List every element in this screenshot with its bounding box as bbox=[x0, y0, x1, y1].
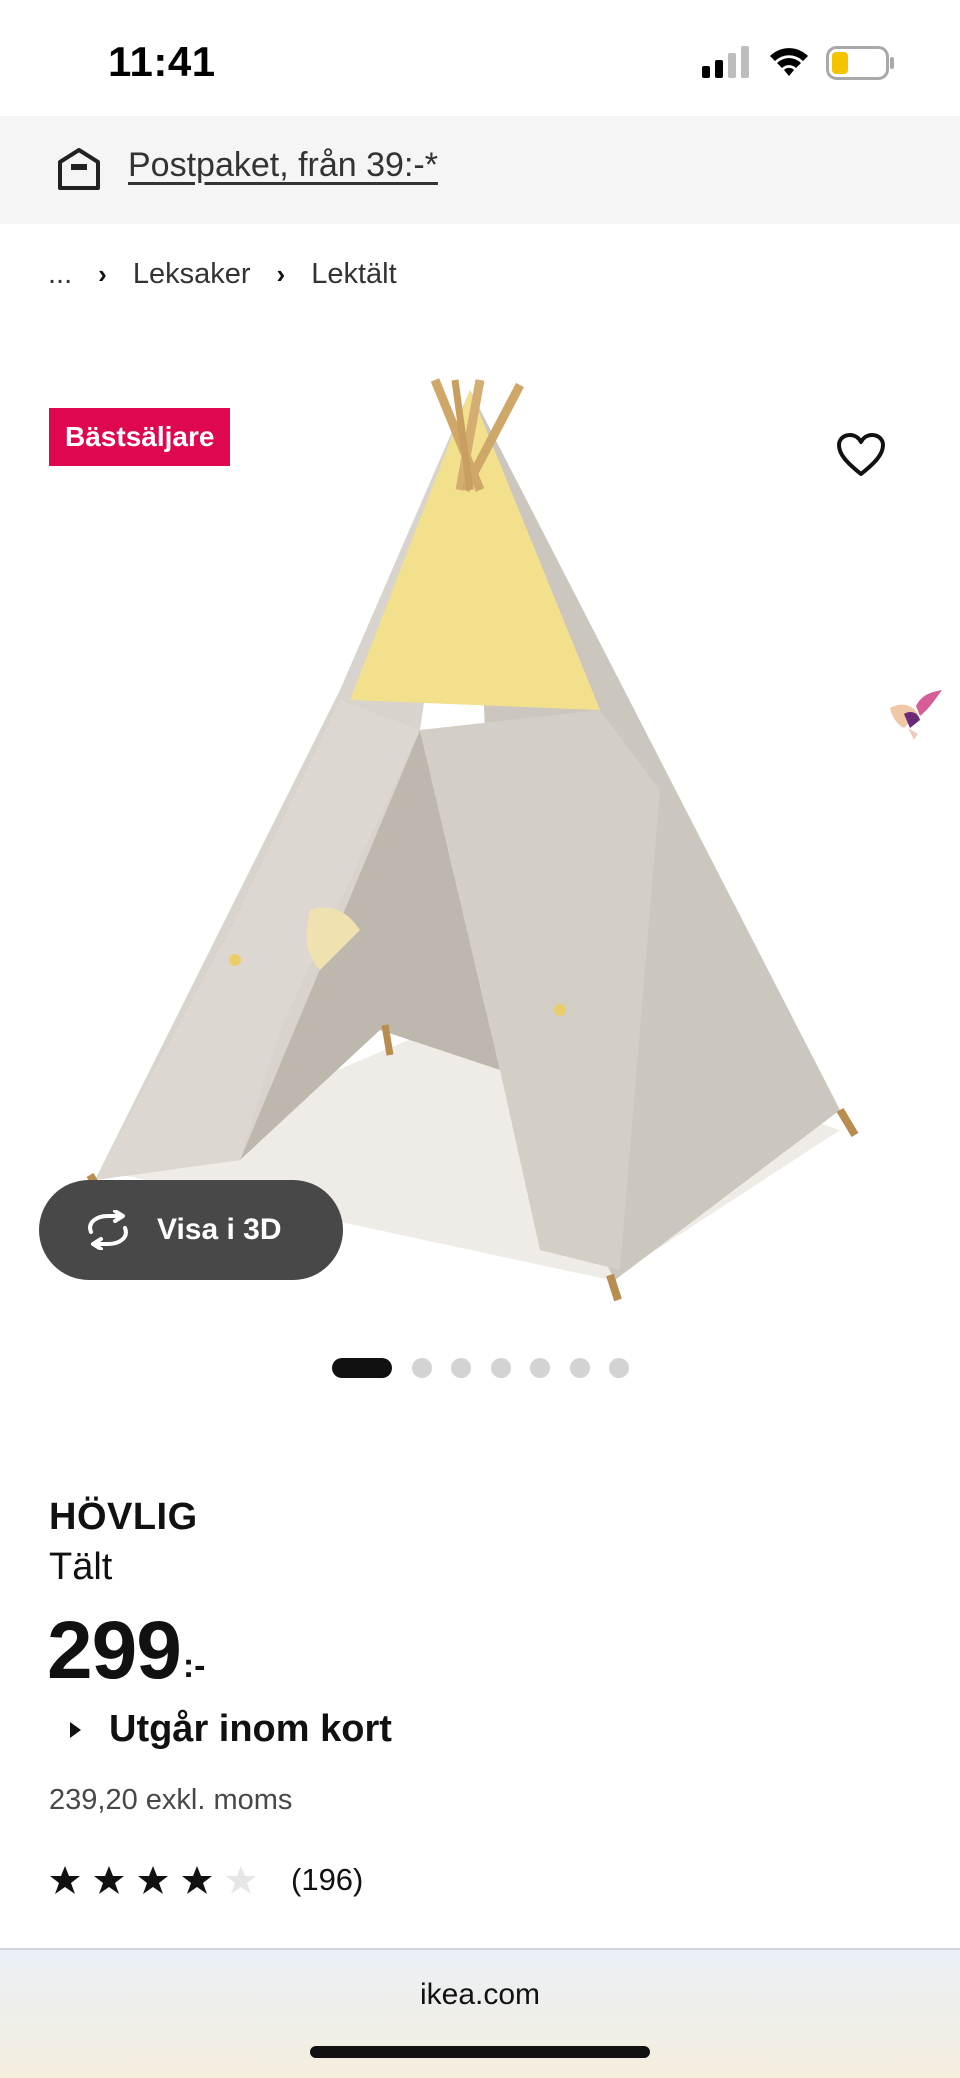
carousel-pagination bbox=[332, 1358, 649, 1378]
product-type: Tält bbox=[49, 1546, 113, 1588]
availability-status: Utgår inom kort bbox=[109, 1708, 392, 1750]
star-empty-icon bbox=[226, 1866, 256, 1894]
price-integer: 299 bbox=[47, 1605, 182, 1696]
product-name: HÖVLIG bbox=[49, 1496, 198, 1538]
parcel-icon bbox=[58, 148, 100, 190]
bestseller-badge: Bästsäljare bbox=[49, 408, 231, 466]
disclosure-triangle-icon bbox=[70, 1721, 81, 1738]
browser-address-bar[interactable]: ikea.com bbox=[0, 1948, 960, 2078]
price-suffix: :- bbox=[182, 1647, 206, 1685]
product-image-tent bbox=[86, 378, 859, 1302]
favorite-heart-icon[interactable] bbox=[836, 432, 886, 478]
star-filled-icon bbox=[182, 1866, 212, 1894]
status-time: 11:41 bbox=[108, 38, 216, 85]
home-indicator bbox=[310, 2046, 650, 2058]
review-count: (196) bbox=[291, 1862, 364, 1897]
breadcrumb-ellipsis[interactable]: ... bbox=[48, 258, 72, 291]
carousel-dot[interactable] bbox=[609, 1358, 629, 1378]
carousel-dot[interactable] bbox=[411, 1358, 432, 1378]
rotate-3d-icon bbox=[88, 1210, 128, 1250]
product-price: 299 :- bbox=[47, 1610, 205, 1692]
product-rating[interactable]: (196) bbox=[49, 1862, 363, 1898]
star-filled-icon bbox=[50, 1866, 80, 1894]
breadcrumb-item-play-tents[interactable]: Lektält bbox=[311, 258, 396, 291]
breadcrumb: ... › Leksaker › Lektält bbox=[48, 258, 397, 291]
breadcrumb-item-toys[interactable]: Leksaker bbox=[133, 258, 251, 291]
carousel-dot[interactable] bbox=[490, 1358, 511, 1378]
wifi-icon bbox=[770, 48, 808, 76]
availability-disclosure[interactable]: Utgår inom kort bbox=[70, 1708, 392, 1751]
delivery-promo-banner[interactable]: Postpaket, från 39:-* bbox=[0, 116, 960, 224]
cellular-signal-icon bbox=[702, 46, 749, 78]
carousel-dot[interactable] bbox=[451, 1358, 471, 1378]
browser-url: ikea.com bbox=[419, 1978, 541, 2011]
delivery-promo-link[interactable]: Postpaket, från 39:-* bbox=[128, 146, 438, 185]
bird-assistant-icon[interactable] bbox=[886, 684, 944, 742]
carousel-dot[interactable] bbox=[569, 1358, 590, 1378]
carousel-dot[interactable] bbox=[332, 1358, 392, 1378]
price-excluding-vat: 239,20 exkl. moms bbox=[49, 1784, 293, 1816]
star-filled-icon bbox=[138, 1866, 168, 1894]
star-filled-icon bbox=[94, 1866, 124, 1894]
carousel-dot[interactable] bbox=[530, 1358, 550, 1378]
chevron-right-icon: › bbox=[98, 259, 107, 289]
view-in-3d-button[interactable]: Visa i 3D bbox=[39, 1180, 343, 1280]
battery-icon bbox=[826, 46, 894, 80]
view-in-3d-label: Visa i 3D bbox=[157, 1213, 282, 1246]
chevron-right-icon: › bbox=[276, 259, 286, 289]
status-bar: 11:41 bbox=[0, 0, 960, 116]
